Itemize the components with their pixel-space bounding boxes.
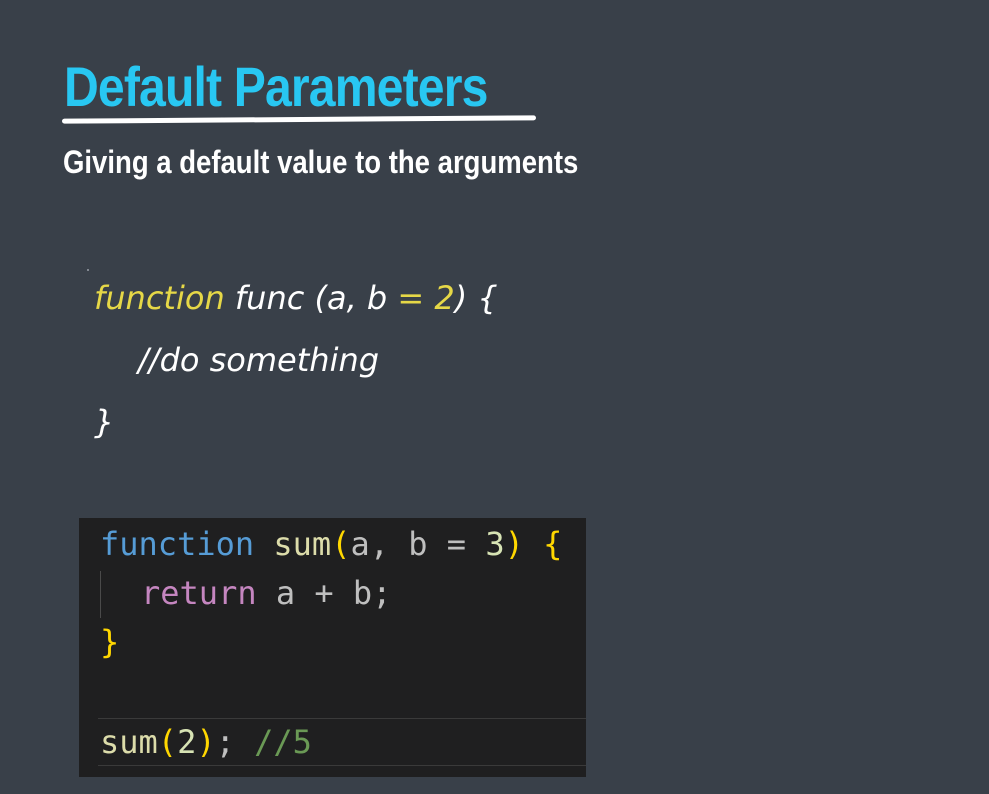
- indent-guide: [100, 571, 101, 618]
- code-line-2: return a + b;: [141, 574, 391, 612]
- code-expression: a + b;: [256, 574, 392, 612]
- code-call-close-paren: ): [196, 723, 216, 761]
- pseudo-space: [424, 279, 434, 317]
- page-subtitle: Giving a default value to the arguments: [63, 144, 579, 180]
- code-keyword-function: function: [100, 525, 255, 563]
- code-default-value: 3: [485, 525, 505, 563]
- pseudo-close: ) {: [454, 279, 498, 317]
- code-call-open-paren: (: [157, 723, 178, 761]
- code-call-fn-name: sum: [100, 723, 158, 761]
- pseudo-code-line-3: }: [94, 403, 115, 441]
- code-keyword-return: return: [141, 574, 257, 612]
- pseudo-code-line-1: function func (a, b = 2) {: [94, 279, 498, 317]
- code-semicolon: ;: [215, 723, 255, 761]
- code-close-brace: }: [100, 623, 120, 661]
- speck: [87, 269, 89, 271]
- code-line-5: sum(2); //5: [100, 723, 312, 761]
- pseudo-name-params: func (a, b: [224, 279, 398, 317]
- code-fn-name: sum: [273, 525, 332, 563]
- code-open-brace: {: [543, 525, 563, 563]
- pseudo-keyword-function: function: [94, 279, 225, 317]
- code-line-1: function sum(a, b = 3) {: [100, 525, 562, 563]
- code-comment: //5: [254, 723, 312, 761]
- code-close-paren: ): [504, 525, 524, 563]
- page-title: Default Parameters: [64, 55, 488, 118]
- code-space-2: [524, 525, 543, 563]
- pseudo-equals: =: [397, 279, 425, 317]
- code-params: a, b =: [350, 525, 486, 563]
- code-line-3: }: [100, 623, 119, 661]
- pseudo-code-line-2: //do something: [138, 341, 380, 379]
- code-call-arg: 2: [177, 723, 197, 761]
- code-open-paren: (: [331, 525, 351, 563]
- pseudo-default-value: 2: [434, 279, 455, 317]
